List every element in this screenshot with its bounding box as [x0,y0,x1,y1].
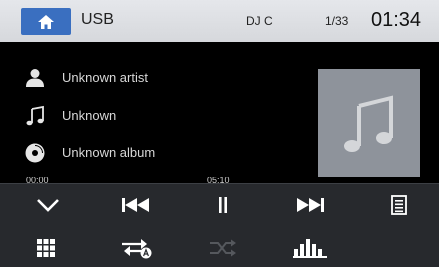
music-note-icon [344,95,393,152]
control-bar [0,183,439,267]
home-button[interactable] [21,8,71,35]
repeat-all-icon [122,239,152,259]
track-counter: 1/33 [325,14,349,28]
pause-button[interactable] [193,187,253,223]
playlist-button[interactable] [369,187,429,223]
grid-menu-icon [37,239,55,257]
dj-label: DJ C [246,14,273,28]
album-name: Unknown album [62,145,156,160]
person-icon [26,69,44,87]
repeat-button[interactable] [106,230,166,266]
next-track-icon [297,198,324,212]
previous-track-button[interactable] [106,187,166,223]
artist-name: Unknown artist [62,70,148,85]
chevron-down-icon [37,199,59,212]
control-bar-divider [0,183,439,184]
shuffle-button[interactable] [193,230,253,266]
album-row: Unknown album [0,138,300,168]
album-art [318,69,420,177]
menu-grid-button[interactable] [16,230,76,266]
clock: 01:34 [371,9,422,31]
header-bar: USB DJ C 1/33 01:34 [0,0,439,42]
home-icon [38,14,54,29]
pause-icon [219,197,227,213]
artist-row: Unknown artist [0,63,300,93]
source-title: USB [81,11,114,28]
music-note-icon [26,105,44,126]
song-title: Unknown [62,108,117,123]
collapse-button[interactable] [18,187,78,223]
disc-icon [25,143,45,163]
title-row: Unknown [0,101,300,131]
previous-track-icon [122,198,149,212]
shuffle-icon [210,239,236,257]
media-player-screen: USB DJ C 1/33 01:34 Unknown artist Unkno… [0,0,439,267]
equalizer-icon [293,239,327,258]
next-track-button[interactable] [280,187,340,223]
equalizer-button[interactable] [280,230,340,266]
playlist-icon [391,195,407,215]
